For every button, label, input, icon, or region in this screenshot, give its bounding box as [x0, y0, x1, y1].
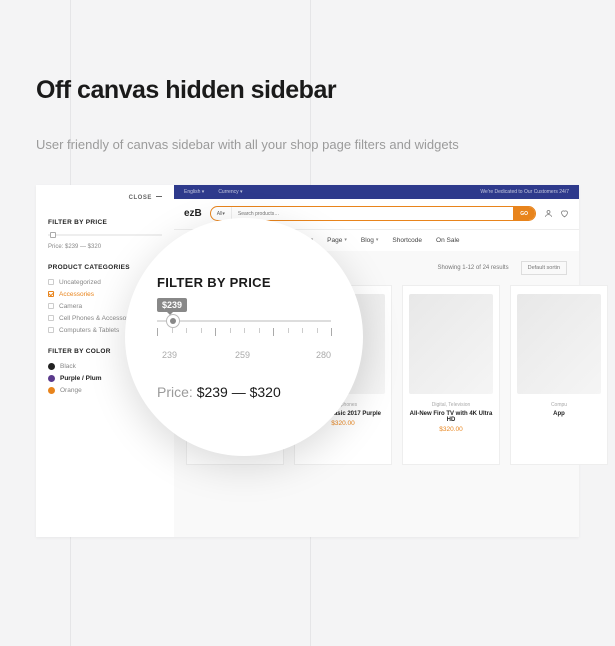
color-swatch-icon — [48, 375, 55, 382]
page-title: Off canvas hidden sidebar — [36, 76, 579, 105]
product-category: Compu — [551, 402, 567, 408]
search-input[interactable] — [232, 207, 513, 220]
logo[interactable]: ezB — [184, 208, 202, 219]
slider-handle[interactable] — [50, 232, 56, 238]
page-subtitle: User friendly of canvas sidebar with all… — [36, 135, 579, 155]
results-count: Showing 1-12 of 24 results — [438, 265, 509, 271]
product-image — [517, 294, 601, 394]
color-swatch-icon — [48, 363, 55, 370]
slider-value-badge: $239 — [157, 298, 187, 312]
checkbox-icon — [48, 303, 54, 309]
filter-price-title: FILTER BY PRICE — [48, 219, 162, 226]
product-card[interactable]: Compu App — [510, 285, 608, 465]
mag-slider-handle[interactable] — [166, 314, 180, 328]
product-image — [409, 294, 493, 394]
nav-item[interactable]: On Sale — [436, 237, 460, 244]
currency-selector[interactable]: Currency ▾ — [218, 189, 242, 195]
product-name: All-New Firo TV with 4K Ultra HD — [409, 411, 493, 423]
search-button[interactable]: GO — [513, 207, 535, 220]
top-bar: English ▾ Currency ▾ We're Dedicated to … — [174, 185, 579, 199]
product-card[interactable]: Digital, Television All-New Firo TV with … — [402, 285, 500, 465]
color-swatch-icon — [48, 387, 55, 394]
checkbox-icon — [48, 327, 54, 333]
product-name: App — [553, 411, 565, 417]
account-icon[interactable] — [544, 209, 553, 218]
slider-tick-labels: 239 259 280 — [157, 350, 331, 360]
checkbox-icon — [48, 279, 54, 285]
mag-filter-title: FILTER BY PRICE — [157, 275, 271, 290]
sort-select[interactable]: Default sortin — [521, 261, 567, 275]
chevron-down-icon: ▾ — [376, 237, 379, 243]
product-price: $320.00 — [439, 426, 463, 433]
product-price: $320.00 — [331, 420, 355, 427]
magnifier-zoom: FILTER BY PRICE $239 239 259 280 Price: … — [125, 218, 363, 456]
nav-item[interactable]: Shortcode — [392, 237, 422, 244]
slider-ticks — [157, 328, 331, 346]
product-category: Digital, Television — [432, 402, 471, 408]
checkbox-icon — [48, 315, 54, 321]
nav-item[interactable]: Page ▾ — [327, 237, 347, 244]
close-button[interactable]: CLOSE — [48, 195, 162, 201]
checkbox-icon — [48, 291, 54, 297]
welcome-text: We're Dedicated to Our Customers 24/7 — [480, 189, 569, 195]
price-slider[interactable] — [48, 234, 162, 236]
mag-price-slider[interactable]: $239 — [157, 320, 331, 322]
chevron-down-icon: ▾ — [344, 237, 347, 243]
wishlist-icon[interactable] — [560, 209, 569, 218]
mag-price-range: Price: $239 — $320 — [157, 384, 281, 400]
price-range-text: Price: $239 — $320 — [48, 244, 162, 250]
lang-selector[interactable]: English ▾ — [184, 189, 204, 195]
nav-item[interactable]: Blog ▾ — [361, 237, 379, 244]
